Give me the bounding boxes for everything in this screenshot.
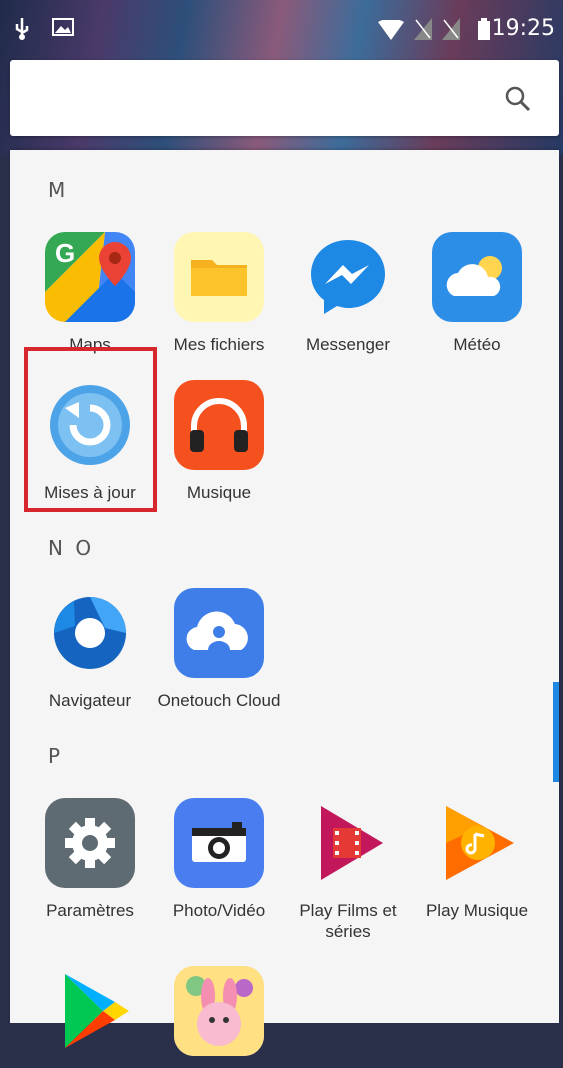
game-bunny-icon (174, 966, 264, 1056)
app-parametres[interactable]: Paramètres (28, 798, 152, 921)
app-play-musique[interactable]: Play Musique (415, 798, 539, 921)
app-label: Play Musique (425, 901, 529, 920)
camera-icon (174, 798, 264, 888)
highlight-box (24, 347, 157, 512)
sim-empty-icon (414, 18, 432, 40)
app-label: Messenger (305, 335, 391, 354)
app-label: Onetouch Cloud (157, 691, 281, 710)
search-icon[interactable] (505, 86, 531, 112)
app-label: Navigateur (48, 691, 132, 710)
headphones-icon (174, 380, 264, 470)
app-navigateur[interactable]: Navigateur (28, 588, 152, 711)
app-label: Musique (186, 483, 252, 502)
app-label: Paramètres (46, 901, 134, 920)
app-play-store[interactable] (28, 966, 152, 1068)
section-letter-m: M (48, 178, 69, 202)
play-music-icon (432, 798, 522, 888)
sim-empty-icon (442, 18, 460, 40)
battery-icon (478, 18, 490, 40)
app-label: Play Films et séries (299, 901, 397, 941)
app-game[interactable] (157, 966, 281, 1068)
cloud-icon (174, 588, 264, 678)
scroll-indicator[interactable] (553, 682, 559, 782)
app-label: Photo/Vidéo (172, 901, 266, 920)
clock: 19:25 (491, 16, 555, 41)
image-notification-icon (52, 18, 74, 36)
folder-icon (174, 232, 264, 322)
app-mes-fichiers[interactable]: Mes fichiers (157, 232, 281, 355)
app-photo-video[interactable]: Photo/Vidéo (157, 798, 281, 921)
wifi-icon (378, 20, 404, 40)
messenger-icon (303, 232, 393, 322)
app-drawer[interactable]: M G Maps Mes fichiers Messenger Météo Mi… (10, 150, 559, 1056)
app-maps[interactable]: G Maps (28, 232, 152, 355)
settings-gear-icon (45, 798, 135, 888)
app-onetouch-cloud[interactable]: Onetouch Cloud (157, 588, 281, 711)
app-messenger[interactable]: Messenger (286, 232, 410, 355)
search-bar[interactable] (10, 60, 559, 136)
weather-icon (432, 232, 522, 322)
section-letter-n-o: N O (48, 536, 95, 560)
app-musique[interactable]: Musique (157, 380, 281, 503)
app-label: Météo (453, 335, 501, 354)
svg-text:G: G (55, 238, 75, 268)
browser-icon (45, 588, 135, 678)
play-store-icon (45, 966, 135, 1056)
app-label: Mes fichiers (173, 335, 265, 354)
app-meteo[interactable]: Météo (415, 232, 539, 355)
maps-icon: G (45, 232, 135, 322)
section-letter-p: P (48, 744, 64, 768)
play-films-icon (303, 798, 393, 888)
status-bar: 19:25 (0, 0, 563, 60)
app-play-films[interactable]: Play Films et séries (286, 798, 410, 942)
usb-icon (15, 18, 29, 40)
